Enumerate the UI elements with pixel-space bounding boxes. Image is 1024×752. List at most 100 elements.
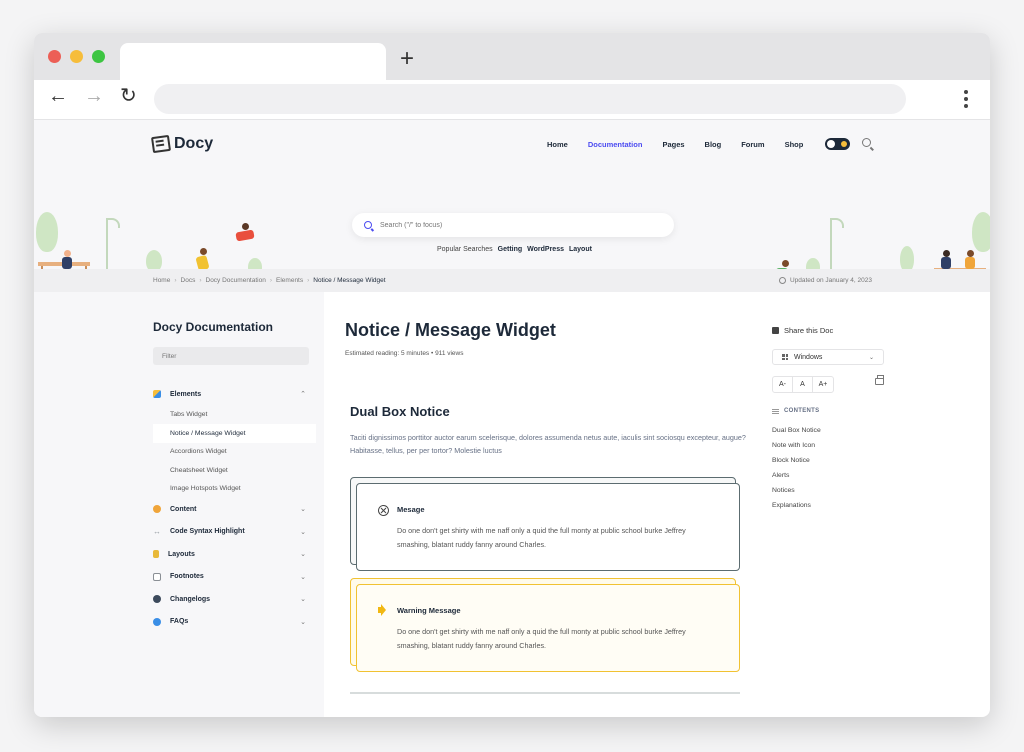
os-selected-value: Windows xyxy=(794,353,823,361)
sidebar-subitem-accordions-widget[interactable]: Accordions Widget xyxy=(153,443,316,462)
tab-bar: + xyxy=(34,33,990,80)
toc-item-alerts[interactable]: Alerts xyxy=(772,468,821,483)
url-input[interactable] xyxy=(154,84,906,114)
sidebar-item-label: FAQs xyxy=(170,618,189,626)
forward-arrow-icon[interactable]: → xyxy=(84,86,104,106)
section-description: Taciti dignissimos porttitor auctor earu… xyxy=(350,433,746,455)
close-window-button[interactable] xyxy=(48,50,61,63)
sidebar-subitem-tabs-widget[interactable]: Tabs Widget xyxy=(153,406,316,425)
nav-documentation[interactable]: Documentation xyxy=(588,140,643,149)
sidebar-item-footnotes[interactable]: Footnotes ⌄ xyxy=(153,566,316,589)
reload-icon[interactable]: ↻ xyxy=(120,86,137,106)
next-notice-edge xyxy=(350,692,740,702)
sidebar-item-label: Content xyxy=(170,505,197,513)
os-select[interactable]: Windows ⌄ xyxy=(772,349,884,365)
site-logo[interactable]: Docy xyxy=(150,134,213,154)
layouts-icon xyxy=(153,550,159,559)
windows-icon xyxy=(782,354,788,360)
chevron-up-icon[interactable]: ⌃ xyxy=(300,390,306,398)
close-circle-icon xyxy=(378,505,389,516)
chevron-down-icon[interactable]: ⌄ xyxy=(300,618,306,626)
back-arrow-icon[interactable]: ← xyxy=(48,86,68,106)
chevron-down-icon[interactable]: ⌄ xyxy=(300,595,306,603)
browser-window: + ← → ↻ Docy Home Documentation Pages Bl… xyxy=(34,33,990,717)
updated-date: Updated on January 4, 2023 xyxy=(778,277,872,284)
code-icon: ↔ xyxy=(153,526,161,536)
sidebar-subitem-cheatsheet-widget[interactable]: Cheatsheet Widget xyxy=(153,461,316,480)
nav-home[interactable]: Home xyxy=(547,140,568,149)
doc-content: Docy Documentation Elements ⌃ Tabs Widge… xyxy=(34,292,990,717)
minimize-window-button[interactable] xyxy=(70,50,83,63)
doc-search-input[interactable] xyxy=(380,221,640,229)
sidebar-item-label: Footnotes xyxy=(170,573,204,581)
print-icon[interactable] xyxy=(875,375,884,385)
notice-text: Do one don't get shirty with me naff onl… xyxy=(397,627,686,651)
sidebar-item-label: Layouts xyxy=(168,550,195,558)
popular-term-wordpress[interactable]: WordPress xyxy=(527,246,564,253)
share-label: Share this Doc xyxy=(784,326,834,335)
toc-item-notices[interactable]: Notices xyxy=(772,483,821,498)
sidebar-item-faqs[interactable]: FAQs ⌄ xyxy=(153,611,316,634)
dual-box-notice-message: Mesage Do one don't get shirty with me n… xyxy=(350,477,740,571)
site-header: Docy Home Documentation Pages Blog Forum… xyxy=(34,120,990,292)
dark-mode-toggle[interactable] xyxy=(825,138,850,150)
page-title: Notice / Message Widget xyxy=(345,320,556,340)
sidebar-item-label: Code Syntax Highlight xyxy=(170,528,245,536)
browser-menu-icon[interactable] xyxy=(964,90,968,111)
new-tab-plus-icon[interactable]: + xyxy=(400,47,414,71)
doc-search-box[interactable] xyxy=(352,213,674,237)
sidebar-title: Docy Documentation xyxy=(153,320,274,334)
font-size-controls: A- A A+ xyxy=(772,376,834,393)
sidebar-subitem-image-hotspots-widget[interactable]: Image Hotspots Widget xyxy=(153,480,316,499)
toc-item-block-notice[interactable]: Block Notice xyxy=(772,453,821,468)
breadcrumb-elements[interactable]: Elements xyxy=(276,277,303,284)
reading-meta: Estimated reading: 5 minutes • 911 views xyxy=(345,350,464,357)
chevron-down-icon[interactable]: ⌄ xyxy=(300,505,306,513)
sidebar-item-code-syntax-highlight[interactable]: ↔ Code Syntax Highlight ⌄ xyxy=(153,521,316,544)
breadcrumb-current: Notice / Message Widget xyxy=(313,277,386,284)
sidebar-item-elements[interactable]: Elements ⌃ xyxy=(153,383,316,406)
sidebar-menu: Elements ⌃ Tabs Widget Notice / Message … xyxy=(153,383,316,633)
sidebar-item-changelogs[interactable]: Changelogs ⌄ xyxy=(153,588,316,611)
nav-blog[interactable]: Blog xyxy=(705,140,722,149)
sidebar-item-label: Elements xyxy=(170,390,202,398)
chevron-down-icon[interactable]: ⌄ xyxy=(300,573,306,581)
chevron-down-icon[interactable]: ⌄ xyxy=(300,528,306,536)
sidebar-item-layouts[interactable]: Layouts ⌄ xyxy=(153,543,316,566)
toc-item-dual-box-notice[interactable]: Dual Box Notice xyxy=(772,423,821,438)
search-icon xyxy=(364,221,372,229)
faqs-icon xyxy=(153,617,161,626)
nav-shop[interactable]: Shop xyxy=(785,140,804,149)
popular-term-layout[interactable]: Layout xyxy=(569,246,592,253)
nav-pages[interactable]: Pages xyxy=(662,140,684,149)
sidebar-subitem-notice-message-widget[interactable]: Notice / Message Widget xyxy=(153,424,316,443)
maximize-window-button[interactable] xyxy=(92,50,105,63)
chevron-down-icon[interactable]: ⌄ xyxy=(300,550,306,558)
breadcrumb-docs[interactable]: Docs xyxy=(181,277,196,284)
share-icon xyxy=(772,327,779,334)
font-reset-button[interactable]: A xyxy=(793,377,813,392)
doc-sidebar: Docy Documentation Elements ⌃ Tabs Widge… xyxy=(34,292,324,717)
sidebar-item-label: Changelogs xyxy=(170,595,211,603)
popular-term-getting[interactable]: Getting xyxy=(498,246,523,253)
browser-tab[interactable] xyxy=(120,43,386,80)
breadcrumb-home[interactable]: Home xyxy=(153,277,170,284)
sidebar-filter-input[interactable] xyxy=(153,347,309,365)
toc-item-explanations[interactable]: Explanations xyxy=(772,498,821,513)
font-decrease-button[interactable]: A- xyxy=(773,377,793,392)
nav-forum[interactable]: Forum xyxy=(741,140,764,149)
toc-item-note-with-icon[interactable]: Note with Icon xyxy=(772,438,821,453)
changelogs-icon xyxy=(153,595,161,604)
address-bar: ← → ↻ xyxy=(34,80,990,120)
updated-text: Updated on January 4, 2023 xyxy=(789,277,872,284)
notice-title: Warning Message xyxy=(397,606,461,615)
breadcrumb: Home › Docs › Docy Documentation › Elements… xyxy=(34,269,990,292)
popular-searches-label: Popular Searches xyxy=(437,246,493,253)
sidebar-item-content[interactable]: Content ⌄ xyxy=(153,498,316,521)
toc-heading-label: CONTENTS xyxy=(784,408,820,414)
font-increase-button[interactable]: A+ xyxy=(813,377,833,392)
share-doc-button[interactable]: Share this Doc xyxy=(772,326,833,335)
docy-logo-icon xyxy=(150,134,172,154)
search-icon[interactable] xyxy=(862,138,871,147)
breadcrumb-docy-documentation[interactable]: Docy Documentation xyxy=(206,277,266,284)
